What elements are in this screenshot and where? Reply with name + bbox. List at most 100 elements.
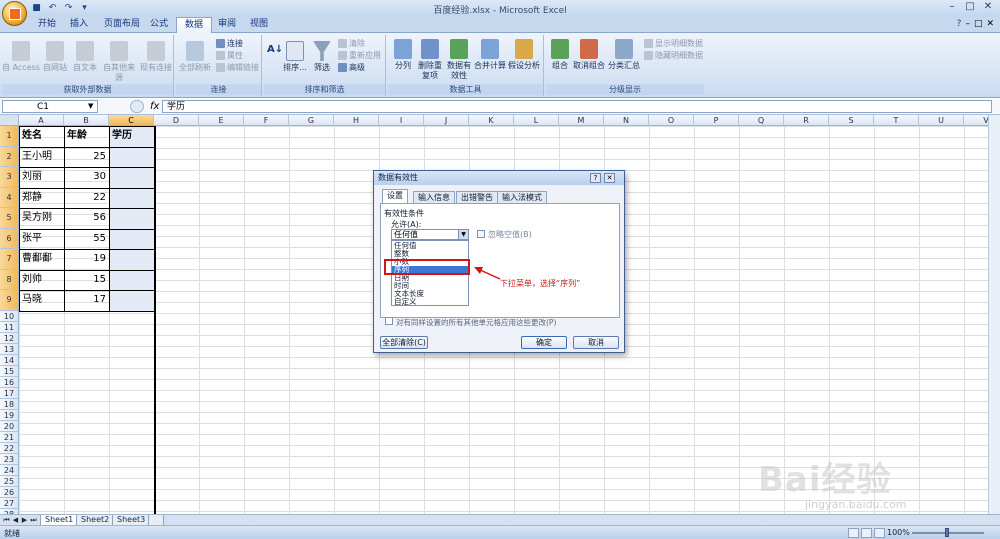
row-header[interactable]: 25 bbox=[0, 475, 19, 487]
last-sheet-icon[interactable]: ⏭ bbox=[29, 516, 38, 525]
table-header-cell[interactable]: 姓名 bbox=[19, 126, 64, 147]
dialog-close-button[interactable]: ✕ bbox=[604, 173, 615, 183]
normal-view-icon[interactable] bbox=[848, 528, 859, 538]
text-to-columns-button[interactable]: 分列 bbox=[390, 39, 416, 71]
allow-select[interactable]: 任何值 ▼ bbox=[391, 229, 469, 240]
row-header[interactable]: 21 bbox=[0, 431, 19, 443]
subtotal-button[interactable]: 分类汇总 bbox=[606, 39, 642, 71]
column-header[interactable]: F bbox=[244, 115, 289, 126]
row-header[interactable]: 7 bbox=[0, 249, 19, 270]
table-cell[interactable]: 王小明 bbox=[19, 147, 64, 168]
allow-option[interactable]: 自定义 bbox=[392, 298, 468, 306]
column-header[interactable]: E bbox=[199, 115, 244, 126]
column-header[interactable]: L bbox=[514, 115, 559, 126]
clear-button[interactable]: 清除 bbox=[338, 39, 365, 49]
column-header[interactable]: S bbox=[829, 115, 874, 126]
table-cell[interactable]: 56 bbox=[64, 208, 109, 229]
column-header[interactable]: M bbox=[559, 115, 604, 126]
table-cell[interactable]: 55 bbox=[64, 229, 109, 250]
tab-home[interactable]: 开始 bbox=[30, 17, 64, 33]
name-box-dropdown-icon[interactable]: ▼ bbox=[88, 102, 93, 110]
row-header[interactable]: 4 bbox=[0, 187, 19, 208]
sort-az-icon[interactable]: A↓ bbox=[267, 45, 283, 55]
column-header[interactable]: I bbox=[379, 115, 424, 126]
row-header[interactable]: 9 bbox=[0, 290, 19, 311]
row-header[interactable]: 5 bbox=[0, 208, 19, 229]
column-header[interactable]: O bbox=[649, 115, 694, 126]
sort-button[interactable]: 排序... bbox=[282, 41, 308, 73]
row-header[interactable]: 15 bbox=[0, 365, 19, 377]
properties-button[interactable]: 属性 bbox=[216, 51, 243, 61]
connections-button[interactable]: 连接 bbox=[216, 39, 243, 49]
zoom-slider-handle[interactable] bbox=[945, 528, 949, 537]
table-cell[interactable]: 吴方刚 bbox=[19, 208, 64, 229]
clear-all-button[interactable]: 全部清除(C) bbox=[380, 336, 428, 349]
table-cell[interactable]: 刘丽 bbox=[19, 167, 64, 188]
table-cell[interactable]: 郑静 bbox=[19, 188, 64, 209]
row-header[interactable]: 17 bbox=[0, 387, 19, 399]
tab-data[interactable]: 数据 bbox=[176, 17, 213, 34]
from-text-button[interactable]: 自文本 bbox=[70, 41, 100, 73]
select-all-button[interactable] bbox=[0, 115, 19, 126]
tab-formulas[interactable]: 公式 bbox=[142, 17, 176, 33]
column-header[interactable]: C bbox=[109, 115, 154, 126]
ok-button[interactable]: 确定 bbox=[521, 336, 567, 349]
column-header[interactable]: K bbox=[469, 115, 514, 126]
column-header[interactable]: J bbox=[424, 115, 469, 126]
maximize-button[interactable]: □ bbox=[962, 0, 978, 14]
dialog-help-button[interactable]: ? bbox=[590, 173, 601, 183]
table-cell[interactable]: 刘帅 bbox=[19, 270, 64, 291]
row-header[interactable]: 24 bbox=[0, 464, 19, 476]
column-header[interactable]: B bbox=[64, 115, 109, 126]
insert-function-button[interactable]: fx bbox=[150, 101, 159, 112]
row-header[interactable]: 18 bbox=[0, 398, 19, 410]
row-header[interactable]: 6 bbox=[0, 228, 19, 249]
row-header[interactable]: 19 bbox=[0, 409, 19, 421]
office-button[interactable] bbox=[2, 1, 27, 26]
tab-insert[interactable]: 插入 bbox=[62, 17, 96, 33]
row-header[interactable]: 26 bbox=[0, 486, 19, 498]
page-layout-view-icon[interactable] bbox=[861, 528, 872, 538]
dropdown-arrow-icon[interactable]: ▼ bbox=[458, 230, 468, 239]
row-header[interactable]: 23 bbox=[0, 453, 19, 465]
consolidate-button[interactable]: 合并计算 bbox=[474, 39, 506, 71]
row-header[interactable]: 11 bbox=[0, 321, 19, 333]
table-cell[interactable]: 张平 bbox=[19, 229, 64, 250]
first-sheet-icon[interactable]: ⏮ bbox=[2, 516, 11, 525]
table-header-cell[interactable]: 学历 bbox=[109, 126, 154, 147]
row-header[interactable]: 1 bbox=[0, 126, 19, 147]
row-header[interactable]: 20 bbox=[0, 420, 19, 432]
table-cell[interactable]: 曹鄱鄱 bbox=[19, 249, 64, 270]
row-header[interactable]: 12 bbox=[0, 332, 19, 344]
column-header[interactable]: G bbox=[289, 115, 334, 126]
existing-connections-button[interactable]: 现有连接 bbox=[138, 41, 174, 73]
from-other-sources-button[interactable]: 自其他来源 bbox=[100, 41, 138, 83]
column-header[interactable]: D bbox=[154, 115, 199, 126]
table-cell[interactable]: 15 bbox=[64, 270, 109, 291]
from-web-button[interactable]: 自网站 bbox=[40, 41, 70, 73]
prev-sheet-icon[interactable]: ◀ bbox=[11, 516, 20, 525]
column-header[interactable]: R bbox=[784, 115, 829, 126]
table-cell[interactable]: 22 bbox=[64, 188, 109, 209]
tab-page-layout[interactable]: 页面布局 bbox=[96, 17, 148, 33]
data-validation-button[interactable]: 数据有效性 bbox=[444, 39, 474, 81]
table-cell[interactable]: 30 bbox=[64, 167, 109, 188]
table-cell[interactable]: 17 bbox=[64, 290, 109, 311]
cancel-button[interactable]: 取消 bbox=[573, 336, 619, 349]
refresh-all-button[interactable]: 全部刷新 bbox=[178, 41, 212, 73]
table-cell[interactable]: 19 bbox=[64, 249, 109, 270]
remove-duplicates-button[interactable]: 删除重复项 bbox=[416, 39, 444, 81]
row-header[interactable]: 27 bbox=[0, 497, 19, 509]
row-header[interactable]: 8 bbox=[0, 269, 19, 290]
column-header[interactable]: H bbox=[334, 115, 379, 126]
zoom-level[interactable]: 100% bbox=[887, 528, 910, 537]
help-icon[interactable]: ? bbox=[957, 19, 962, 29]
group-button[interactable]: 组合 bbox=[548, 39, 572, 71]
row-header[interactable]: 14 bbox=[0, 354, 19, 366]
filter-button[interactable]: 筛选 bbox=[310, 41, 334, 73]
next-sheet-icon[interactable]: ▶ bbox=[20, 516, 29, 525]
vertical-scrollbar[interactable] bbox=[988, 115, 1000, 514]
tab-input-message[interactable]: 输入信息 bbox=[413, 191, 455, 203]
column-header[interactable]: U bbox=[919, 115, 964, 126]
column-header[interactable]: P bbox=[694, 115, 739, 126]
